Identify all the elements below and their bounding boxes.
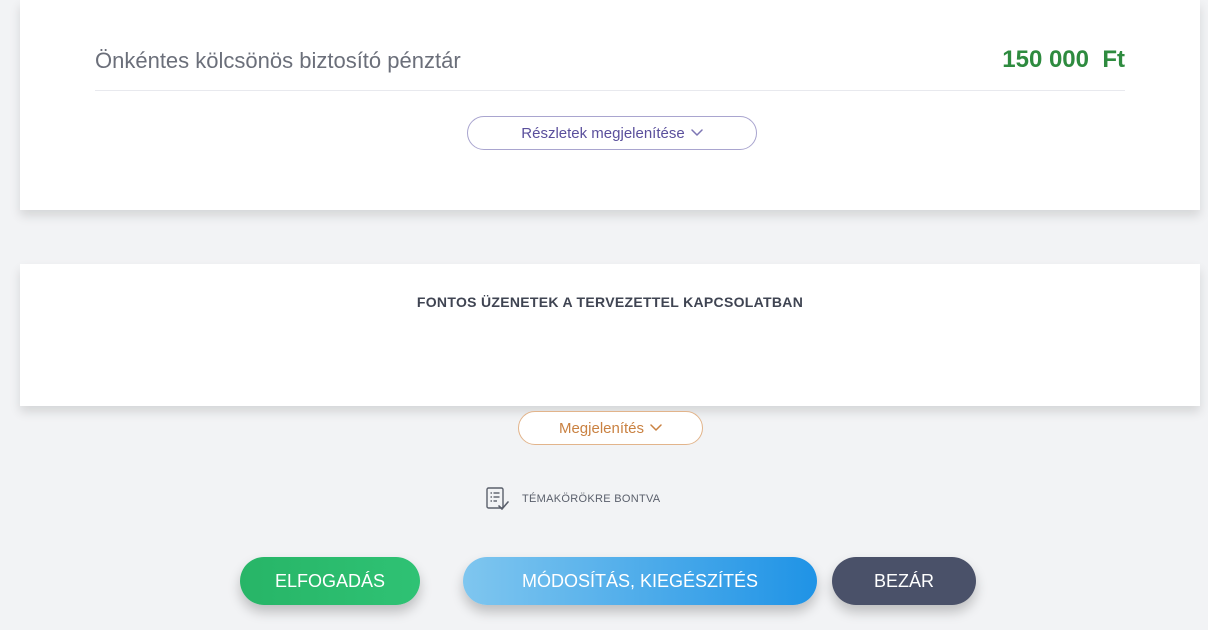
accept-button[interactable]: ELFOGADÁS (240, 557, 420, 605)
summary-row: Önkéntes kölcsönös biztosító pénztár 150… (95, 40, 1125, 91)
show-messages-button[interactable]: Megjelenítés (518, 411, 703, 445)
close-label: BEZÁR (873, 570, 934, 591)
row-amount: 150 000 Ft (1002, 46, 1125, 73)
accept-label: ELFOGADÁS (274, 570, 386, 591)
chevron-down-icon (650, 424, 662, 431)
show-details-label: Részletek megjelenítése (521, 124, 685, 142)
close-button[interactable]: BEZÁR (832, 557, 976, 605)
row-label: Önkéntes kölcsönös biztosító pénztár (95, 48, 461, 73)
show-messages-label: Megjelenítés (558, 419, 645, 437)
topic-breakdown-label: TÉMAKÖRÖKRE BONTVA (522, 493, 661, 505)
messages-title: FONTOS ÜZENETEK A TERVEZETTEL KAPCSOLATB… (416, 294, 804, 310)
topic-breakdown-link[interactable]: TÉMAKÖRÖKRE BONTVA (484, 486, 660, 512)
chevron-down-icon (690, 129, 703, 136)
page: Önkéntes kölcsönös biztosító pénztár 150… (0, 0, 1208, 630)
checklist-icon (486, 487, 509, 510)
modify-label: MÓDOSÍTÁS, KIEGÉSZÍTÉS (521, 570, 759, 591)
show-details-button[interactable]: Részletek megjelenítése (467, 116, 757, 150)
important-messages-card: FONTOS ÜZENETEK A TERVEZETTEL KAPCSOLATB… (20, 264, 1200, 445)
modify-button[interactable]: MÓDOSÍTÁS, KIEGÉSZÍTÉS (463, 557, 817, 605)
savings-summary-card: Önkéntes kölcsönös biztosító pénztár 150… (20, 0, 1200, 210)
